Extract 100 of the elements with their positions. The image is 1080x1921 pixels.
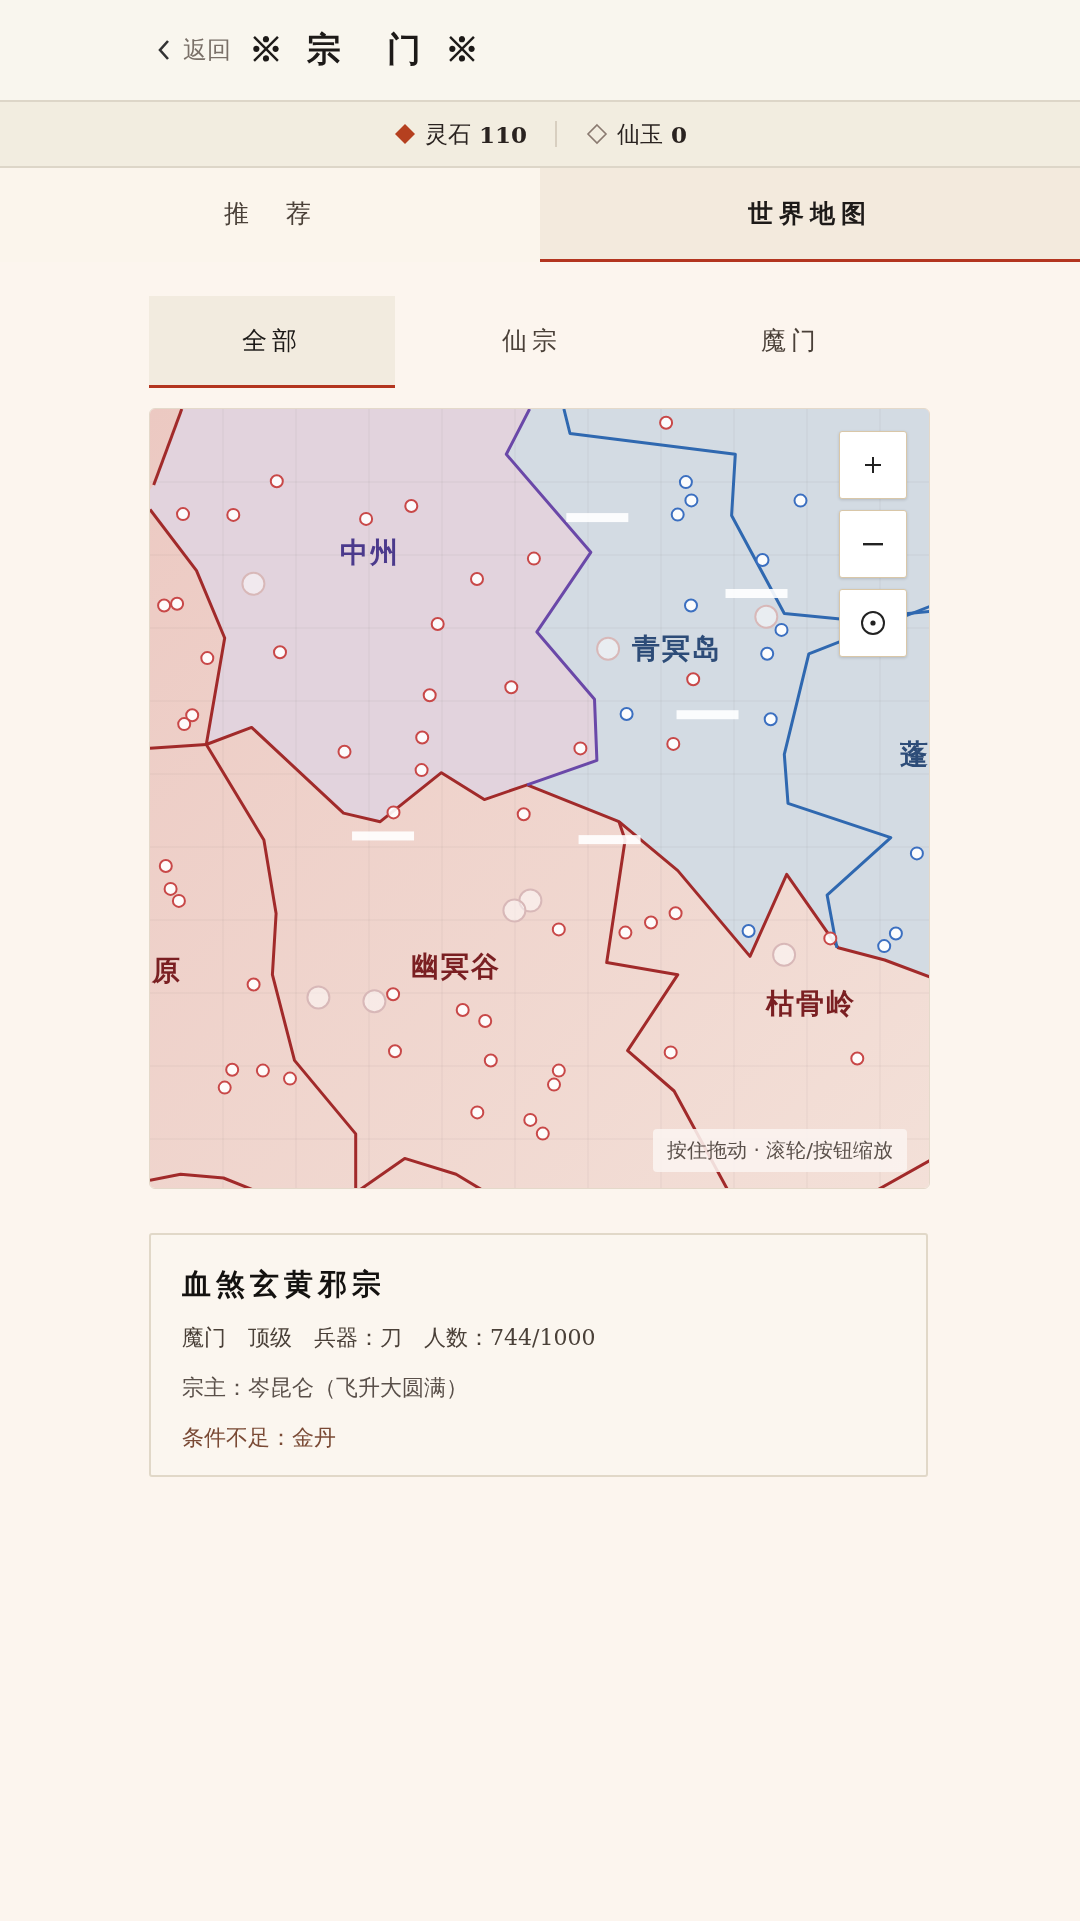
map-marker[interactable]	[516, 807, 531, 822]
map-marker[interactable]	[684, 493, 699, 508]
map-marker[interactable]	[663, 1045, 678, 1060]
minus-icon	[863, 542, 883, 546]
back-button[interactable]: 返回	[155, 34, 231, 66]
sect-leader: 宗主：岑昆仑（飞升大圆满）	[182, 1374, 469, 1402]
map-marker[interactable]	[200, 651, 215, 666]
map-marker[interactable]	[478, 1014, 493, 1028]
map-marker[interactable]	[470, 572, 484, 586]
map-marker[interactable]	[850, 1051, 865, 1066]
map-marker[interactable]	[226, 507, 241, 522]
map-marker[interactable]	[518, 888, 543, 913]
map-marker[interactable]	[470, 1105, 485, 1120]
map-marker[interactable]	[668, 906, 683, 921]
filter-tab[interactable]: 仙宗	[408, 296, 655, 388]
map-marker[interactable]	[176, 507, 190, 522]
map-tag	[676, 710, 739, 720]
map-marker[interactable]	[763, 712, 778, 727]
map-marker[interactable]	[551, 922, 566, 937]
map-marker[interactable]	[596, 636, 621, 661]
map-marker[interactable]	[483, 1053, 498, 1068]
map-marker[interactable]	[535, 1126, 550, 1141]
sect-name: 血煞玄黄邪宗	[182, 1266, 387, 1303]
sect-stat: 魔门	[182, 1324, 226, 1352]
map-marker[interactable]	[269, 474, 284, 489]
map-marker[interactable]	[185, 708, 200, 723]
map-marker[interactable]	[678, 475, 693, 490]
map-marker[interactable]	[684, 598, 698, 613]
map-marker[interactable]	[157, 598, 172, 613]
region-label: 原	[152, 953, 183, 987]
map-marker[interactable]	[877, 939, 892, 954]
map-marker[interactable]	[754, 604, 779, 629]
filter-tab[interactable]: 魔门	[668, 296, 914, 388]
map-marker[interactable]	[793, 493, 808, 508]
map-marker[interactable]	[686, 672, 701, 687]
map-marker[interactable]	[573, 741, 588, 756]
map-marker[interactable]	[430, 617, 445, 631]
map-marker[interactable]	[619, 707, 634, 721]
region-label: 中州	[340, 536, 401, 570]
map-marker[interactable]	[823, 931, 838, 946]
map-marker[interactable]	[414, 763, 429, 778]
map-marker[interactable]	[404, 499, 419, 513]
map-marker[interactable]	[888, 926, 903, 941]
map-marker[interactable]	[526, 551, 541, 566]
map-marker[interactable]	[163, 881, 178, 896]
map-marker[interactable]	[362, 989, 387, 1014]
map-marker[interactable]	[618, 925, 633, 940]
map-marker[interactable]	[755, 553, 770, 567]
map-hint: 按住拖动 · 滚轮/按钮缩放	[653, 1129, 907, 1172]
locate-button[interactable]	[839, 589, 907, 657]
filter-tab[interactable]: 全部	[149, 296, 395, 388]
map-marker[interactable]	[158, 859, 173, 873]
region-label: 枯骨岭	[766, 986, 857, 1020]
map-marker[interactable]	[306, 985, 331, 1010]
map-marker[interactable]	[241, 571, 266, 596]
map-marker[interactable]	[670, 507, 685, 522]
map-marker[interactable]	[337, 744, 352, 759]
map-marker[interactable]	[644, 915, 658, 930]
locate-icon	[859, 609, 887, 637]
page-title: ※ 宗 门 ※	[249, 28, 485, 71]
diamond-icon	[585, 122, 609, 146]
map-marker[interactable]	[217, 1080, 232, 1095]
map-marker[interactable]	[225, 1062, 240, 1077]
map-marker[interactable]	[666, 736, 681, 751]
map-marker[interactable]	[246, 977, 261, 992]
map-marker[interactable]	[386, 805, 401, 820]
sect-stat: 顶级	[248, 1324, 292, 1352]
map-marker[interactable]	[170, 596, 185, 611]
region-label: 幽冥谷	[411, 950, 502, 984]
map-marker[interactable]	[523, 1112, 538, 1127]
map-marker[interactable]	[388, 1044, 402, 1059]
map-marker[interactable]	[760, 646, 775, 661]
map-tag	[725, 589, 788, 598]
map-marker[interactable]	[255, 1063, 270, 1078]
map-marker[interactable]	[502, 898, 527, 923]
map-marker[interactable]	[455, 1003, 470, 1017]
sect-stat: 兵器：刀	[314, 1324, 402, 1352]
map-tag	[566, 513, 629, 523]
map-marker[interactable]	[741, 924, 756, 938]
map-marker[interactable]	[273, 645, 287, 660]
map-marker[interactable]	[551, 1063, 566, 1078]
map-tag	[352, 831, 415, 841]
map-marker[interactable]	[909, 846, 924, 861]
map-marker[interactable]	[283, 1071, 297, 1086]
map-marker[interactable]	[415, 730, 430, 745]
map-marker[interactable]	[547, 1077, 561, 1092]
map-marker[interactable]	[659, 415, 674, 430]
map-marker[interactable]	[774, 622, 789, 637]
map-marker[interactable]	[504, 680, 519, 695]
currency-label: 灵石	[425, 119, 471, 149]
sect-stat: 人数：744/1000	[424, 1324, 596, 1352]
map-marker[interactable]	[177, 717, 192, 732]
map-marker[interactable]	[422, 688, 437, 703]
map-marker[interactable]	[772, 942, 797, 967]
currency-amount: 0	[671, 120, 687, 148]
currency-label: 仙玉	[617, 119, 663, 149]
diamond-icon	[393, 122, 417, 146]
region-label: 青冥岛	[631, 631, 722, 665]
tab[interactable]: 世界地图	[540, 168, 1080, 262]
map-marker[interactable]	[386, 987, 401, 1002]
